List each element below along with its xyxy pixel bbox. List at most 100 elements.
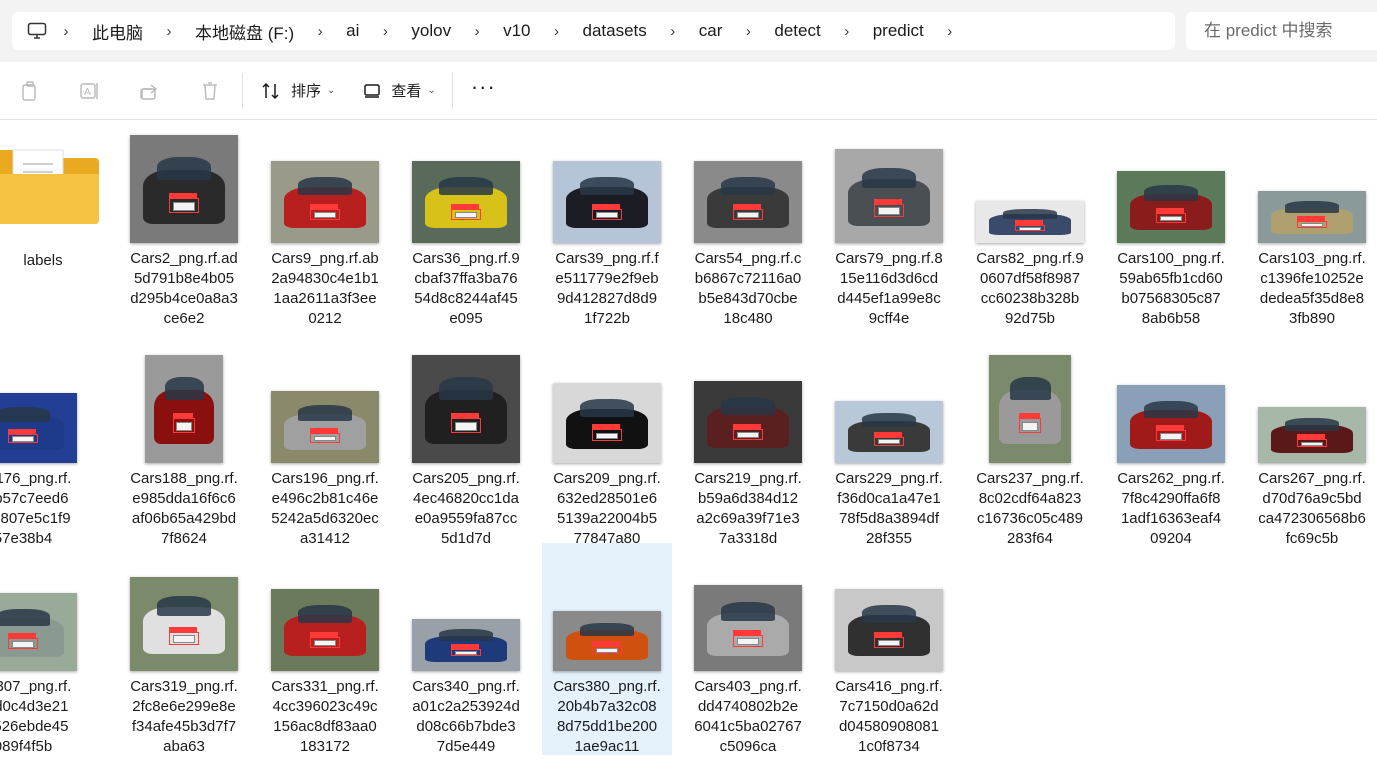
file-name-line: 5d791b8e4b05 (133, 270, 235, 287)
chevron-right-icon[interactable]: › (736, 23, 760, 40)
detection-box (873, 203, 905, 217)
chevron-right-icon[interactable]: › (54, 23, 78, 40)
file-name: Cars219_png.rf. b59a6d384d12 a2c69a39f71e3… (683, 469, 813, 549)
detection-label (732, 203, 761, 209)
file-name-line: cbaf37ffa3ba76 (414, 270, 518, 287)
file-item[interactable]: Cars100_png.rf. 59ab65fb1cd60 b07568305c87… (1106, 121, 1236, 327)
car-photo (835, 589, 943, 671)
copy-icon[interactable] (0, 71, 60, 111)
chevron-right-icon[interactable]: › (373, 23, 397, 40)
breadcrumb-this-pc[interactable]: 此电脑 (78, 19, 157, 44)
detection-label (450, 203, 479, 209)
image-thumbnail (683, 341, 813, 463)
file-item[interactable]: Cars82_png.rf.9 0607df58f8987 cc60238b328b… (965, 121, 1095, 327)
car-window (157, 595, 211, 617)
chevron-right-icon[interactable]: › (157, 23, 181, 40)
more-options-icon[interactable]: ··· (457, 74, 510, 108)
file-name-line: 089f4f5b (0, 738, 53, 755)
detection-box (7, 638, 39, 650)
file-name: Cars416_png.rf. 7c7150d0a62d d04580908081 1… (824, 677, 954, 757)
file-name-line: 9d412827d8d9 (556, 290, 658, 307)
rename-icon[interactable]: A (60, 71, 120, 111)
file-item[interactable]: Cars267_png.rf. d70d76a9c5bd ca472306568b6… (1247, 341, 1377, 547)
image-thumbnail (965, 121, 1095, 243)
chevron-right-icon[interactable]: › (308, 23, 332, 40)
file-name-line: 09204 (1150, 530, 1192, 547)
file-name-line: Cars36_png.rf.9 (412, 250, 520, 267)
search-box[interactable] (1186, 12, 1377, 50)
view-button[interactable]: 查看 ⌄ (349, 71, 449, 111)
chevron-right-icon[interactable]: › (465, 23, 489, 40)
detection-box (450, 649, 482, 657)
file-name-line: 5139a22004b5 (556, 510, 658, 527)
file-name: Cars188_png.rf. e985dda16f6c6 af06b65a429b… (119, 469, 249, 549)
sort-icon (262, 82, 279, 99)
detection-label (7, 428, 36, 434)
chevron-right-icon[interactable]: › (661, 23, 685, 40)
chevron-right-icon[interactable]: › (938, 23, 962, 40)
image-thumbnail (683, 121, 813, 243)
file-item[interactable]: Cars219_png.rf. b59a6d384d12 a2c69a39f71e3… (683, 341, 813, 549)
file-item[interactable]: Cars36_png.rf.9 cbaf37ffa3ba76 54d8c8244af… (401, 121, 531, 327)
breadcrumb-yolov[interactable]: yolov (397, 21, 465, 41)
breadcrumb-local-disk[interactable]: 本地磁盘 (F:) (181, 19, 308, 44)
file-item[interactable]: Cars237_png.rf. 8c02cdf64a823 c16736c05c48… (965, 341, 1095, 547)
breadcrumb[interactable]: › 此电脑 › 本地磁盘 (F:) › ai › yolov › v10 › d… (12, 12, 1175, 50)
file-item[interactable]: Cars340_png.rf. a01c2a253924d d08c66b7bde3… (401, 549, 531, 755)
file-item[interactable]: Cars9_png.rf.ab 2a94830c4e1b1 1aa2611a3f3e… (260, 121, 390, 327)
car-photo (694, 585, 802, 671)
file-item[interactable]: Cars2_png.rf.ad 5d791b8e4b05 d295b4ce0a8a3… (119, 121, 249, 327)
file-item[interactable]: Cars416_png.rf. 7c7150d0a62d d04580908081 1… (824, 549, 954, 757)
detection-box (309, 636, 341, 649)
detection-box (1155, 212, 1187, 223)
file-item[interactable]: Cars403_png.rf. dd4740802b2e 6041c5ba02767… (683, 549, 813, 757)
file-item[interactable]: Cars262_png.rf. 7f8c4290ffa6f8 1adf16363ea… (1106, 341, 1236, 549)
chevron-right-icon[interactable]: › (545, 23, 569, 40)
file-item[interactable]: Cars103_png.rf. c1396fe10252e dedea5f35d8e… (1247, 121, 1377, 327)
breadcrumb-detect[interactable]: detect (760, 21, 834, 41)
detection-label (450, 412, 479, 418)
search-input[interactable] (1204, 21, 1374, 41)
file-item[interactable]: Cars205_png.rf. 4ec46820cc1da e0a9559fa87c… (401, 341, 531, 547)
car-photo (271, 161, 379, 243)
file-name: Cars403_png.rf. dd4740802b2e 6041c5ba02767… (683, 677, 813, 757)
file-name-line: c5096ca (719, 738, 777, 755)
monitor-icon[interactable] (26, 20, 48, 42)
image-thumbnail (965, 341, 1095, 463)
breadcrumb-v10[interactable]: v10 (489, 21, 544, 41)
view-icon (364, 83, 381, 98)
car-photo (130, 577, 238, 671)
breadcrumb-ai[interactable]: ai (332, 21, 373, 41)
file-item[interactable]: Cars209_png.rf. 632ed28501e6 5139a22004b5 7… (542, 341, 672, 547)
file-item[interactable]: ars176_png.rf. 95b57c7eed6 dd6807e5c1f9 57e… (0, 341, 88, 547)
file-item[interactable]: Cars188_png.rf. e985dda16f6c6 af06b65a429b… (119, 341, 249, 549)
breadcrumb-datasets[interactable]: datasets (569, 21, 661, 41)
file-name-line: 7d5e449 (436, 738, 496, 755)
file-item[interactable]: Cars331_png.rf. 4cc396023c49c 156ac8df83aa… (260, 549, 390, 755)
car-window (298, 605, 352, 624)
file-item[interactable]: Cars229_png.rf. f36d0ca1a47e1 78f5d8a3894d… (824, 341, 954, 547)
breadcrumb-predict[interactable]: predict (859, 21, 938, 41)
file-name-line: af06b65a429bd (131, 510, 237, 527)
file-item[interactable]: Cars380_png.rf. 20b4b7a32c08 8d75dd1be200 1… (542, 543, 672, 755)
file-item[interactable]: Cars39_png.rf.f e511779e2f9eb 9d412827d8d9… (542, 121, 672, 327)
file-name-line: b07568305c87 (1121, 290, 1221, 307)
delete-icon[interactable] (180, 71, 240, 111)
sort-button[interactable]: 排序 ⌄ (247, 71, 349, 111)
breadcrumb-car[interactable]: car (685, 21, 737, 41)
folder-item-labels[interactable]: labels (0, 121, 108, 321)
file-name-line: d04580908081 (838, 718, 940, 735)
detection-label (450, 644, 479, 650)
file-name-line: 7f8c4290ffa6f8 (1121, 490, 1221, 507)
file-item[interactable]: Cars79_png.rf.8 15e116d3d6cd d445ef1a99e8c… (824, 121, 954, 327)
detection-box (309, 208, 341, 221)
file-name: Cars262_png.rf. 7f8c4290ffa6f8 1adf16363ea… (1106, 469, 1236, 549)
car-photo (0, 593, 77, 671)
file-item[interactable]: Cars319_png.rf. 2fc8e6e299e8e f34afe45b3d7… (119, 549, 249, 755)
file-item[interactable]: ars307_png.rf. 0ed0c4d3e21 c2526ebde45 089f… (0, 549, 88, 755)
share-icon[interactable] (120, 71, 180, 111)
chevron-right-icon[interactable]: › (835, 23, 859, 40)
file-item[interactable]: Cars196_png.rf. e496c2b81c46e 5242a5d6320e… (260, 341, 390, 547)
file-item[interactable]: Cars54_png.rf.c b6867c72116a0 b5e843d70cbe… (683, 121, 813, 327)
car-window (298, 405, 352, 422)
